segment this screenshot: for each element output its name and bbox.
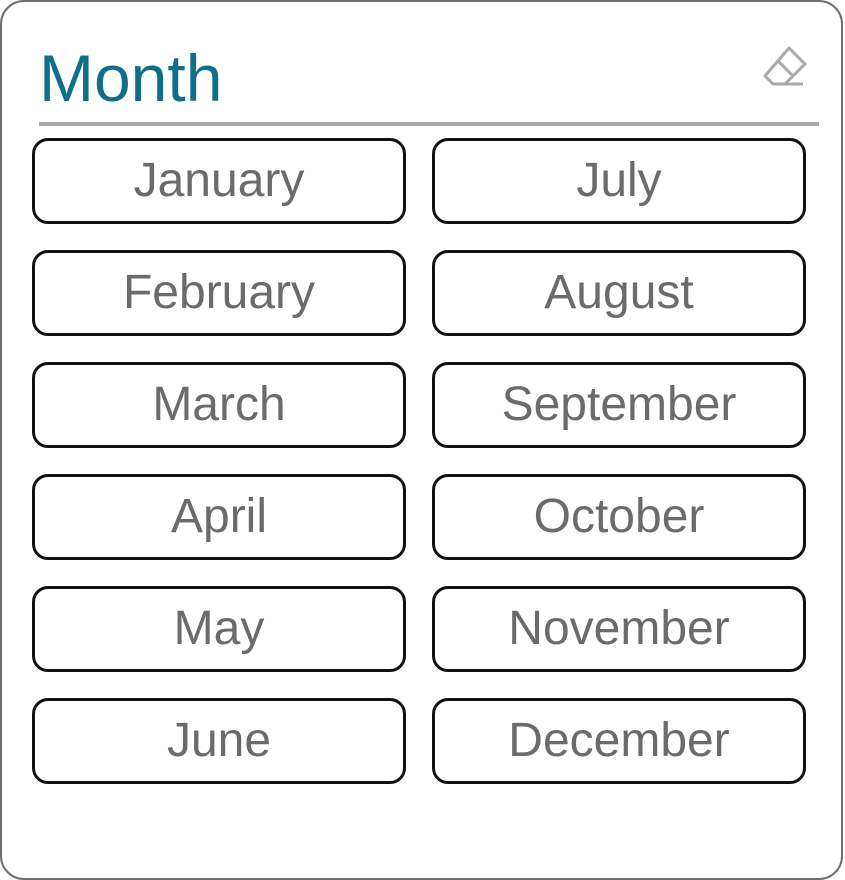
- month-button-july[interactable]: July: [432, 138, 806, 224]
- month-button-september[interactable]: September: [432, 362, 806, 448]
- month-button-april[interactable]: April: [32, 474, 406, 560]
- month-button-october[interactable]: October: [432, 474, 806, 560]
- month-button-december[interactable]: December: [432, 698, 806, 784]
- month-grid: January February March April May June Ju…: [32, 138, 806, 784]
- month-button-march[interactable]: March: [32, 362, 406, 448]
- clear-filter-button[interactable]: [759, 44, 811, 90]
- panel-title: Month: [39, 41, 223, 115]
- month-button-january[interactable]: January: [32, 138, 406, 224]
- month-button-august[interactable]: August: [432, 250, 806, 336]
- panel-header: Month: [39, 38, 819, 126]
- month-button-november[interactable]: November: [432, 586, 806, 672]
- month-filter-panel: Month January February March April May J…: [0, 0, 843, 880]
- eraser-icon: [763, 46, 807, 86]
- month-button-june[interactable]: June: [32, 698, 406, 784]
- month-button-february[interactable]: February: [32, 250, 406, 336]
- month-button-may[interactable]: May: [32, 586, 406, 672]
